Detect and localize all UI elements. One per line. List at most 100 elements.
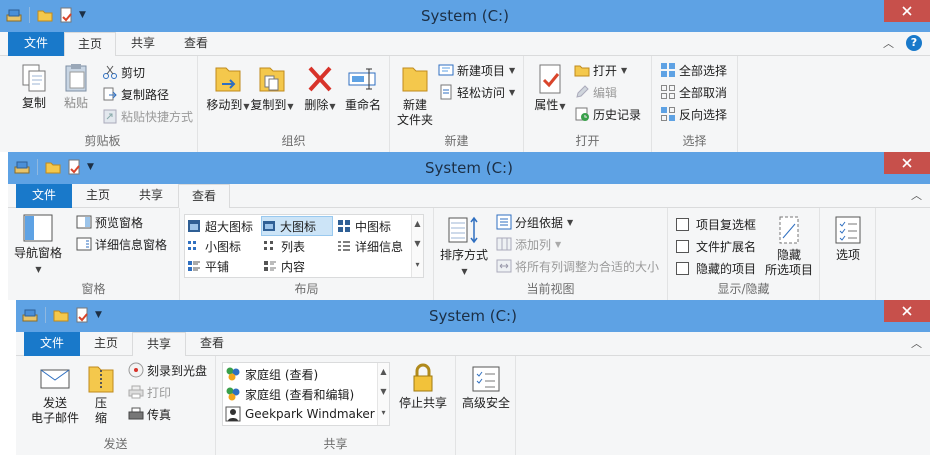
group-share-with: 家庭组 (查看) 家庭组 (查看和编辑) Geekpark Windmaker … <box>216 356 456 455</box>
title-bar: ▼ System (C:) <box>16 300 930 332</box>
burn-to-disc-button[interactable]: 刻录到光盘 <box>128 360 207 380</box>
user-share-item[interactable]: Geekpark Windmaker <box>225 404 375 424</box>
explorer-window-share: ▼ System (C:) 文件 主页 共享 查看 ︿ 发送 电子邮件 压缩 刻… <box>16 300 930 455</box>
window-title: System (C:) <box>425 159 513 177</box>
new-folder-icon <box>402 67 428 92</box>
minimize-ribbon-icon[interactable]: ︿ <box>911 335 922 351</box>
layout-list[interactable]: 列表 <box>263 236 305 256</box>
details-pane-button[interactable]: 详细信息窗格 <box>76 234 167 254</box>
group-panes: 导航窗格▼ 预览窗格 详细信息窗格 窗格 <box>8 208 180 300</box>
size-all-columns-button[interactable]: 将所有列调整为合适的大小 <box>496 256 659 276</box>
new-item-icon <box>438 64 454 76</box>
email-button[interactable]: 发送 电子邮件 <box>26 364 84 426</box>
properties-check-icon <box>539 64 561 94</box>
homegroup-edit-item[interactable]: 家庭组 (查看和编辑) <box>225 384 354 404</box>
select-none-button[interactable]: 全部取消 <box>660 82 727 102</box>
disc-icon <box>128 362 144 378</box>
group-by-button[interactable]: 分组依据 ▼ <box>496 212 573 232</box>
paste-button[interactable]: 粘贴 <box>56 62 96 111</box>
tab-share[interactable]: 共享 <box>124 184 178 208</box>
tab-share[interactable]: 共享 <box>132 332 186 357</box>
zip-button[interactable]: 压缩 <box>86 362 116 426</box>
hide-selected-button[interactable]: 隐藏 所选项目 <box>760 214 818 278</box>
group-organize: 移动到▼ 复制到▼ 删除▼ 重命名 组织 <box>198 56 390 152</box>
move-to-button[interactable]: 移动到▼ <box>206 62 250 114</box>
new-item-button[interactable]: 新建项目 ▼ <box>438 60 515 80</box>
explorer-window-home: ▼ System (C:) 文件 主页 共享 查看 ︿ ? 复制 粘贴 剪切 复… <box>0 0 930 152</box>
details-pane-icon <box>76 237 92 251</box>
item-checkboxes-checkbox[interactable] <box>676 217 689 231</box>
layout-large-icons[interactable]: 大图标 <box>261 216 333 236</box>
file-extensions-toggle[interactable]: 文件扩展名 <box>676 236 756 256</box>
minimize-ribbon-icon[interactable]: ︿ <box>911 187 922 203</box>
tab-share[interactable]: 共享 <box>116 32 170 56</box>
copy-path-button[interactable]: 复制路径 <box>102 84 169 104</box>
hidden-items-checkbox[interactable] <box>676 261 689 275</box>
tab-view[interactable]: 查看 <box>186 332 238 356</box>
layout-small-icons[interactable]: 小图标 <box>187 236 241 256</box>
delete-button[interactable]: 删除▼ <box>300 62 340 114</box>
tab-file[interactable]: 文件 <box>8 32 64 56</box>
file-extensions-checkbox[interactable] <box>676 239 689 253</box>
open-button[interactable]: 打开 ▼ <box>574 60 627 80</box>
group-current-view: 排序方式▼ 分组依据 ▼ 添加列 ▼ 将所有列调整为合适的大小 当前视图 <box>434 208 668 300</box>
window-title: System (C:) <box>421 7 509 25</box>
navigation-pane-button[interactable]: 导航窗格▼ <box>12 212 64 277</box>
close-button[interactable] <box>884 300 930 322</box>
rename-button[interactable]: 重命名 <box>340 62 386 113</box>
tab-view[interactable]: 查看 <box>178 184 230 209</box>
layout-gallery: 超大图标 大图标 中图标 小图标 列表 详细信息 平铺 内容 ▲ ▼ ▾ <box>184 214 424 278</box>
properties-button[interactable]: 属性▼ <box>530 62 570 114</box>
close-button[interactable] <box>884 152 930 174</box>
small-icons-icon <box>188 241 196 250</box>
tab-home[interactable]: 主页 <box>80 332 132 356</box>
layout-details[interactable]: 详细信息 <box>337 236 403 256</box>
history-button[interactable]: 历史记录 <box>574 104 641 124</box>
delete-icon <box>308 66 332 92</box>
easy-access-button[interactable]: 轻松访问 ▼ <box>438 82 515 102</box>
minimize-ribbon-icon[interactable]: ︿ <box>883 35 894 51</box>
share-with-gallery: 家庭组 (查看) 家庭组 (查看和编辑) Geekpark Windmaker … <box>222 362 390 426</box>
fax-button[interactable]: 传真 <box>128 404 171 424</box>
close-icon <box>902 6 912 16</box>
layout-medium-icons[interactable]: 中图标 <box>337 216 391 236</box>
select-all-button[interactable]: 全部选择 <box>660 60 727 80</box>
ribbon-tabs: 文件 主页 共享 查看 ︿ <box>16 332 930 357</box>
details-icon <box>338 241 350 251</box>
sort-by-button[interactable]: 排序方式▼ <box>438 214 490 279</box>
stop-sharing-button[interactable]: 停止共享 <box>394 362 452 411</box>
layout-extra-large-icons[interactable]: 超大图标 <box>187 216 253 236</box>
layout-tiles[interactable]: 平铺 <box>187 256 229 276</box>
invert-selection-button[interactable]: 反向选择 <box>660 104 727 124</box>
copy-button[interactable]: 复制 <box>14 62 54 111</box>
cut-button[interactable]: 剪切 <box>102 62 145 82</box>
layout-gallery-scroll[interactable]: ▲ ▼ ▾ <box>411 215 423 277</box>
tab-home[interactable]: 主页 <box>72 184 124 208</box>
navigation-pane-icon <box>23 214 53 242</box>
select-none-icon <box>661 85 675 99</box>
layout-content[interactable]: 内容 <box>263 256 305 276</box>
advanced-security-button[interactable]: 高级安全 <box>458 364 514 411</box>
share-gallery-scroll[interactable]: ▲ ▼ ▾ <box>377 363 389 425</box>
options-button[interactable]: 选项 <box>826 214 870 263</box>
zip-folder-icon <box>88 366 114 393</box>
group-open: 属性▼ 打开 ▼ 编辑 历史记录 打开 <box>524 56 652 152</box>
group-new: 新建 文件夹 新建项目 ▼ 轻松访问 ▼ 新建 <box>390 56 524 152</box>
close-button[interactable] <box>884 0 930 22</box>
paste-shortcut-button[interactable]: 粘贴快捷方式 <box>102 106 193 126</box>
hidden-items-toggle[interactable]: 隐藏的项目 <box>676 258 756 278</box>
group-label-select: 选择 <box>682 134 707 148</box>
copy-to-button[interactable]: 复制到▼ <box>250 62 294 114</box>
tab-home[interactable]: 主页 <box>64 32 116 57</box>
new-folder-button[interactable]: 新建 文件夹 <box>394 62 436 128</box>
tab-view[interactable]: 查看 <box>170 32 222 56</box>
homegroup-view-item[interactable]: 家庭组 (查看) <box>225 364 318 384</box>
preview-pane-button[interactable]: 预览窗格 <box>76 212 143 232</box>
tab-file[interactable]: 文件 <box>16 184 72 208</box>
add-columns-button[interactable]: 添加列 ▼ <box>496 234 561 254</box>
help-icon[interactable]: ? <box>906 35 922 51</box>
edit-button[interactable]: 编辑 <box>574 82 617 102</box>
item-checkboxes-toggle[interactable]: 项目复选框 <box>676 214 756 234</box>
tab-file[interactable]: 文件 <box>24 332 80 356</box>
print-button[interactable]: 打印 <box>128 382 171 402</box>
